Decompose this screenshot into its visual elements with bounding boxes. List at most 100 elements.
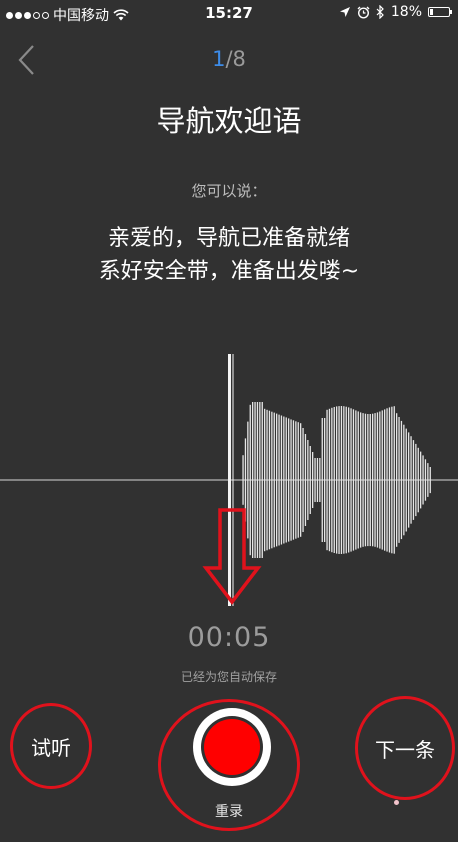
waveform-bar (388, 407, 391, 553)
waveform-bar (398, 417, 400, 543)
waveform-bar (283, 416, 285, 544)
waveform-bar (381, 410, 383, 550)
waveform-bar (400, 420, 403, 540)
waveform-bar (256, 402, 259, 558)
page-counter-current: 1 (212, 47, 226, 71)
waveform-bar (276, 413, 278, 547)
waveform-bar (345, 406, 347, 554)
waveform-bar (422, 455, 424, 505)
prompt-line-1: 亲爱的，导航已准备就绪 (107, 226, 350, 251)
hint-label: 您可以说： (191, 182, 267, 200)
waveform-bar (408, 432, 410, 528)
status-bar: 中国移动 15:27 18% (0, 0, 458, 28)
waveform-bar (391, 406, 393, 554)
waveform-bar (379, 411, 381, 549)
waveform-bar (420, 451, 422, 509)
waveform-bar (415, 443, 417, 517)
waveform-bar (266, 409, 268, 551)
waveform-bar (384, 409, 386, 551)
waveform-bar (312, 452, 314, 508)
waveform-bar (393, 406, 395, 554)
waveform-bar (338, 406, 340, 554)
location-arrow-icon (339, 7, 350, 17)
waveform-bar (360, 412, 362, 548)
next-label: 下一条 (375, 737, 435, 762)
waveform-bar (429, 467, 431, 494)
waveform-bar (254, 402, 256, 558)
waveform-bar (249, 404, 251, 556)
waveform-bar (386, 408, 388, 552)
waveform-bar (295, 421, 297, 539)
listen-label: 试听 (31, 735, 71, 760)
alarm-clock-icon (357, 6, 370, 19)
waveform-bar (278, 414, 280, 546)
waveform-bar (288, 418, 290, 542)
audio-waveform (0, 354, 458, 606)
record-button[interactable] (193, 708, 271, 786)
waveform-bar (314, 458, 316, 502)
record-dot-icon (204, 719, 260, 775)
page-counter: 1/8 (0, 47, 458, 71)
waveform-bar (350, 408, 352, 552)
waveform-bar (410, 436, 412, 524)
waveform-bar (328, 408, 331, 552)
waveform-bar (309, 446, 311, 514)
waveform-bar (252, 402, 254, 558)
status-right: 18% (339, 4, 452, 20)
waveform-bar (376, 412, 379, 548)
waveform-bar (424, 459, 427, 501)
waveform-bar (259, 402, 261, 558)
waveform-bar (247, 421, 249, 539)
waveform-bar (264, 408, 266, 552)
rerecord-label: 重录 (215, 804, 243, 820)
waveform-bar (372, 413, 374, 547)
page-title: 导航欢迎语 (156, 104, 302, 138)
decorative-dot (394, 800, 399, 805)
waveform-bar (343, 406, 345, 554)
waveform-bar (302, 428, 304, 532)
prompt-text: 亲爱的，导航已准备就绪 系好安全带，准备出发喽~ (0, 222, 458, 288)
waveform-bar (280, 415, 283, 545)
waveform-bar (321, 418, 323, 542)
waveform-bar (357, 411, 359, 549)
auto-saved-note: 已经为您自动保存 (180, 670, 277, 684)
waveform-bar (427, 463, 429, 497)
waveform-bar (396, 413, 398, 547)
waveform-bar (242, 455, 244, 505)
prompt-line-2: 系好安全带，准备出发喽~ (98, 259, 360, 284)
battery-icon (428, 7, 452, 17)
waveform-bar (417, 447, 419, 513)
waveform-bar (369, 414, 371, 547)
listen-button[interactable]: 试听 (10, 703, 92, 789)
waveform-bar (333, 407, 335, 553)
waveform-bar (412, 440, 415, 520)
waveform-bar (297, 422, 299, 538)
waveform-bar (285, 417, 287, 543)
waveform-bar (261, 402, 263, 558)
waveform-bar (403, 424, 405, 536)
waveform-bar (336, 406, 338, 554)
recording-screen: 中国移动 15:27 18% 1/8 导航欢迎语 您可以说： 亲爱的，导航已准备… (0, 0, 458, 842)
waveform-bar (340, 406, 343, 554)
waveform-bar (271, 411, 273, 549)
waveform-bar (348, 407, 350, 553)
page-counter-total: /8 (225, 47, 246, 71)
waveform-bar (352, 409, 355, 551)
waveform-bar (405, 428, 407, 532)
waveform-bar (374, 413, 376, 547)
waveform-bar (331, 407, 333, 553)
waveform-bar (326, 409, 328, 551)
waveform-bar (364, 413, 367, 547)
waveform-bar (290, 419, 292, 541)
bluetooth-icon (376, 5, 384, 19)
waveform-bar (268, 410, 271, 550)
waveform-bar (292, 420, 295, 540)
waveform-bar (307, 440, 309, 520)
waveform-bar (300, 423, 302, 537)
waveform-bar (304, 434, 307, 526)
next-button[interactable]: 下一条 (355, 696, 455, 800)
waveform-bar (362, 413, 364, 547)
waveform-bar (319, 458, 321, 502)
waveform-bar (273, 412, 275, 548)
recording-timer: 00:05 (187, 622, 271, 653)
